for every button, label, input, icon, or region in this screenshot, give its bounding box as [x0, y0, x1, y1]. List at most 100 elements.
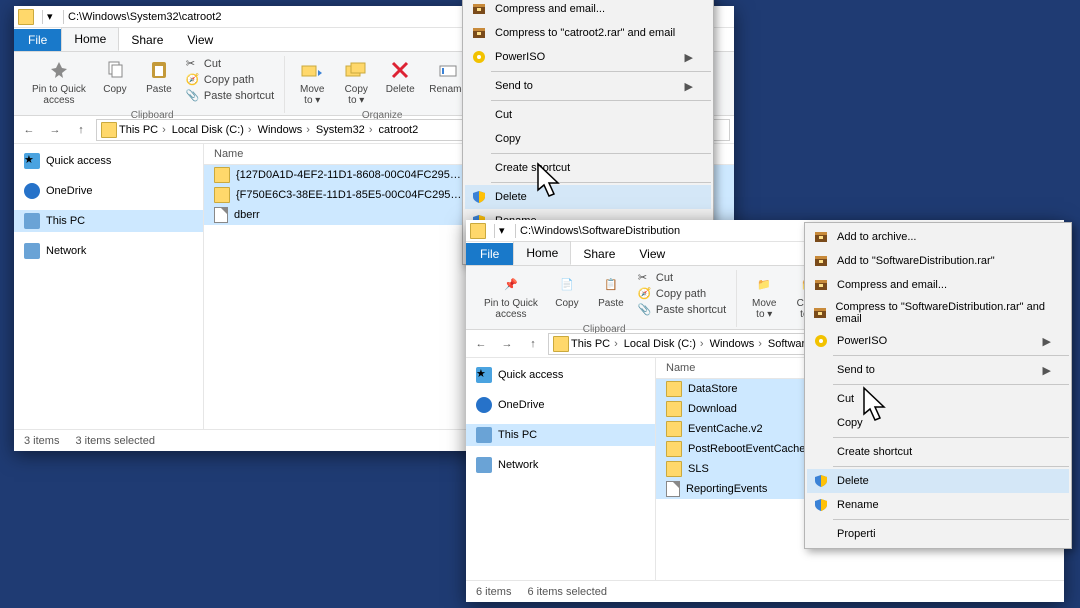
context-item-properti[interactable]: Properti: [807, 522, 1069, 546]
status-selected: 6 items selected: [527, 586, 606, 598]
tab-home[interactable]: Home: [61, 27, 119, 51]
crumb-this-pc[interactable]: This PC: [119, 124, 170, 136]
crumb-system32[interactable]: System32: [316, 124, 377, 136]
blank-icon: [813, 415, 829, 431]
nav-this-pc[interactable]: This PC: [466, 424, 655, 446]
file-icon: [214, 207, 228, 223]
folder-icon: [666, 441, 682, 457]
nav-back-icon[interactable]: ←: [18, 119, 40, 141]
nav-pane[interactable]: ★Quick access OneDrive This PC Network: [466, 358, 656, 580]
blank-icon: [471, 107, 487, 123]
context-item-delete[interactable]: Delete: [465, 185, 711, 209]
context-item-rename[interactable]: Rename: [807, 493, 1069, 517]
file-icon: [666, 481, 680, 497]
col-name[interactable]: Name: [214, 148, 464, 160]
blank-icon: [471, 160, 487, 176]
context-item-send-to[interactable]: Send to▶: [465, 74, 711, 98]
folder-icon: [553, 336, 569, 352]
context-item-compress-to-catroot-rar-and-email[interactable]: Compress to "catroot2.rar" and email: [465, 21, 711, 45]
context-item-compress-and-email[interactable]: Compress and email...: [465, 0, 711, 21]
pin-button[interactable]: 📌Pin to Quick access: [480, 270, 542, 322]
context-item-add-to-archive[interactable]: Add to archive...: [807, 225, 1069, 249]
archive-icon: [471, 1, 487, 17]
nav-forward-icon[interactable]: →: [44, 119, 66, 141]
context-item-cut[interactable]: Cut: [807, 387, 1069, 411]
tab-file[interactable]: File: [14, 29, 61, 51]
separator: [42, 10, 43, 24]
tab-view[interactable]: View: [627, 243, 677, 265]
copy-button[interactable]: Copy: [96, 56, 134, 108]
context-item-create-shortcut[interactable]: Create shortcut: [807, 440, 1069, 464]
nav-up-icon[interactable]: ↑: [522, 333, 544, 355]
crumb-windows[interactable]: Windows: [258, 124, 314, 136]
blank-icon: [813, 391, 829, 407]
tab-share[interactable]: Share: [119, 29, 175, 51]
folder-icon: [666, 461, 682, 477]
archive-icon: [813, 229, 829, 245]
blank-icon: [813, 362, 829, 378]
crumb-c[interactable]: Local Disk (C:): [624, 338, 708, 350]
context-item-compress-to-softwaredistribution-rar-and-email[interactable]: Compress to "SoftwareDistribution.rar" a…: [807, 297, 1069, 329]
blank-icon: [813, 526, 829, 542]
cut-button[interactable]: ✂Cut: [184, 56, 276, 72]
nav-pane[interactable]: ★Quick access OneDrive This PC Network: [14, 144, 204, 429]
nav-this-pc[interactable]: This PC: [14, 210, 203, 232]
crumb-windows[interactable]: Windows: [710, 338, 766, 350]
crumb-this-pc[interactable]: This PC: [571, 338, 622, 350]
context-item-create-shortcut[interactable]: Create shortcut: [465, 156, 711, 180]
context-item-delete[interactable]: Delete: [807, 469, 1069, 493]
nav-up-icon[interactable]: ↑: [70, 119, 92, 141]
archive-icon: [471, 25, 487, 41]
copy-to-button[interactable]: Copy to ▾: [337, 56, 375, 108]
context-item-cut[interactable]: Cut: [465, 103, 711, 127]
nav-back-icon[interactable]: ←: [470, 333, 492, 355]
pin-button[interactable]: Pin to Quick access: [28, 56, 90, 108]
nav-forward-icon[interactable]: →: [496, 333, 518, 355]
cut-button[interactable]: ✂Cut: [636, 270, 728, 286]
nav-network[interactable]: Network: [14, 240, 203, 262]
tab-share[interactable]: Share: [571, 243, 627, 265]
context-item-copy[interactable]: Copy: [807, 411, 1069, 435]
crumb-c[interactable]: Local Disk (C:): [172, 124, 256, 136]
folder-icon: [666, 381, 682, 397]
tab-file[interactable]: File: [466, 243, 513, 265]
context-menu[interactable]: Add to archive...Add to "SoftwareDistrib…: [804, 222, 1072, 549]
tab-view[interactable]: View: [175, 29, 225, 51]
blank-icon: [471, 78, 487, 94]
tab-home[interactable]: Home: [513, 241, 571, 265]
context-item-copy[interactable]: Copy: [465, 127, 711, 151]
status-count: 3 items: [24, 435, 59, 447]
nav-quick-access[interactable]: ★Quick access: [466, 364, 655, 386]
move-to-button[interactable]: 📁Move to ▾: [745, 270, 783, 322]
status-bar: 6 items 6 items selected: [466, 580, 1064, 602]
dropdown-icon[interactable]: ▾: [499, 224, 511, 237]
paste-button[interactable]: Paste: [140, 56, 178, 108]
poweriso-icon: [471, 49, 487, 65]
folder-icon: [101, 122, 117, 138]
move-to-button[interactable]: Move to ▾: [293, 56, 331, 108]
context-item-poweriso[interactable]: PowerISO▶: [465, 45, 711, 69]
copy-path-button[interactable]: 🧭Copy path: [184, 72, 276, 88]
nav-onedrive[interactable]: OneDrive: [14, 180, 203, 202]
context-item-send-to[interactable]: Send to▶: [807, 358, 1069, 382]
copy-path-button[interactable]: 🧭Copy path: [636, 286, 728, 302]
nav-network[interactable]: Network: [466, 454, 655, 476]
delete-button[interactable]: Delete: [381, 56, 419, 108]
shield-icon: [471, 189, 487, 205]
copy-button[interactable]: 📄Copy: [548, 270, 586, 322]
context-item-add-to-softwaredistribution-rar[interactable]: Add to "SoftwareDistribution.rar": [807, 249, 1069, 273]
folder-icon: [666, 401, 682, 417]
nav-quick-access[interactable]: ★Quick access: [14, 150, 203, 172]
context-item-compress-and-email[interactable]: Compress and email...: [807, 273, 1069, 297]
crumb-catroot2[interactable]: catroot2: [378, 124, 418, 136]
folder-icon: [666, 421, 682, 437]
shield-icon: [813, 473, 829, 489]
poweriso-icon: [813, 333, 829, 349]
paste-shortcut-button[interactable]: 📎Paste shortcut: [184, 88, 276, 104]
nav-onedrive[interactable]: OneDrive: [466, 394, 655, 416]
dropdown-icon[interactable]: ▾: [47, 10, 59, 23]
context-item-poweriso[interactable]: PowerISO▶: [807, 329, 1069, 353]
paste-button[interactable]: 📋Paste: [592, 270, 630, 322]
folder-icon: [470, 223, 486, 239]
paste-shortcut-button[interactable]: 📎Paste shortcut: [636, 302, 728, 318]
